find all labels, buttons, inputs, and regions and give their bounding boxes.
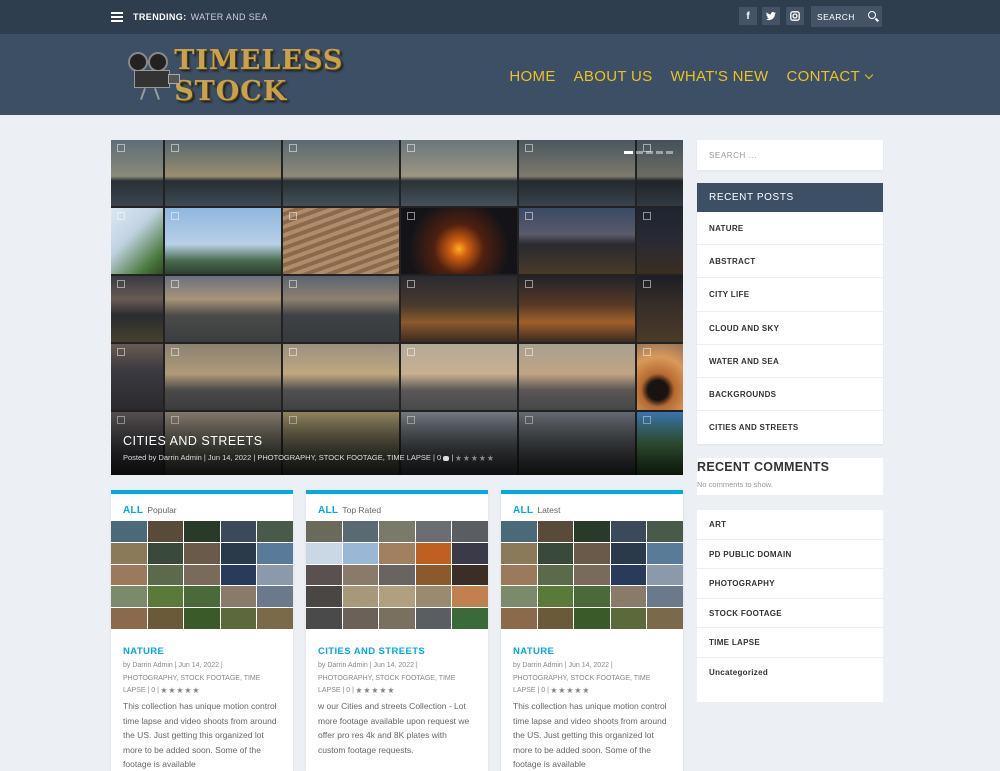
category-link[interactable]: PD PUBLIC DOMAIN	[697, 540, 883, 570]
thumbnail	[637, 208, 683, 274]
recent-posts-widget: RECENT POSTS NATURE ABSTRACT CITY LIFE C…	[697, 183, 883, 444]
category-link[interactable]: STOCK FOOTAGE	[697, 599, 883, 629]
recent-comments-empty: No comments to show.	[697, 480, 773, 489]
search-icon[interactable]	[868, 11, 876, 19]
featured-slider[interactable]: CITIES AND STREETS Posted by Darrin Admi…	[111, 140, 683, 475]
card-meta: by Darrin Admin | Jun 14, 2022 | PHOTOGR…	[513, 662, 651, 694]
category-link[interactable]: ART	[697, 510, 883, 540]
thumbnail	[283, 276, 399, 342]
logo-text: TIMELESS STOCK	[174, 45, 344, 107]
nav-home[interactable]: HOME	[509, 68, 555, 86]
tab-all[interactable]: ALL	[318, 505, 338, 516]
main-nav: HOME ABOUT US WHAT'S NEW CONTACT	[509, 68, 874, 86]
post-card: ALL Latest NATURE by Darrin Admin | Jun 1…	[501, 490, 683, 771]
thumbnail	[519, 140, 635, 206]
card-title[interactable]: CITIES AND STREETS	[318, 646, 425, 657]
card-tabs: ALL Popular	[123, 505, 177, 516]
thumbnail	[401, 140, 517, 206]
thumbnail	[519, 276, 635, 342]
tab-top-rated[interactable]: Top Rated	[342, 505, 381, 515]
thumbnail	[165, 276, 281, 342]
twitter-icon[interactable]	[762, 7, 780, 25]
rating-stars	[160, 687, 199, 694]
card-excerpt: This collection has unique motion contro…	[123, 701, 277, 769]
featured-post-title[interactable]: CITIES AND STREETS	[123, 434, 263, 448]
recent-post-link[interactable]: NATURE	[697, 212, 883, 246]
thumbnail	[165, 140, 281, 206]
comment-icon	[443, 455, 450, 461]
card-meta: by Darrin Admin | Jun 14, 2022 | PHOTOGR…	[318, 662, 456, 694]
thumbnail	[637, 344, 683, 410]
recent-posts-title: RECENT POSTS	[697, 183, 883, 212]
recent-post-link[interactable]: WATER AND SEA	[697, 345, 883, 378]
thumbnail	[401, 344, 517, 410]
nav-whats-new[interactable]: WHAT'S NEW	[670, 68, 768, 86]
tab-all[interactable]: ALL	[513, 505, 533, 516]
tab-all[interactable]: ALL	[123, 505, 143, 516]
post-card: ALL Popular NATURE by Darrin Admin | Jun …	[111, 490, 293, 771]
card-excerpt: This collection has unique motion contro…	[513, 701, 667, 769]
recent-post-link[interactable]: BACKGROUNDS	[697, 378, 883, 412]
card-thumbnail-grid[interactable]	[501, 521, 683, 629]
thumbnail	[165, 344, 281, 410]
card-thumbnail-grid[interactable]	[306, 521, 488, 629]
top-search-label: SEARCH	[817, 11, 855, 22]
thumbnail	[283, 344, 399, 410]
rating-stars	[550, 687, 589, 694]
thumbnail	[637, 140, 683, 206]
thumbnail	[637, 276, 683, 342]
site-header: TIMELESS STOCK HOME ABOUT US WHAT'S NEW …	[0, 34, 1000, 115]
thumbnail	[165, 208, 281, 274]
category-link[interactable]: PHOTOGRAPHY	[697, 569, 883, 599]
trending-link[interactable]: WATER AND SEA	[191, 12, 268, 22]
thumbnail	[111, 140, 163, 206]
categories-widget: ART PD PUBLIC DOMAIN PHOTOGRAPHY STOCK F…	[697, 510, 883, 702]
nav-contact-label: CONTACT	[786, 68, 860, 85]
sidebar-search-input[interactable]: SEARCH ...	[697, 140, 883, 170]
card-title[interactable]: NATURE	[513, 646, 554, 657]
recent-comments-widget: RECENT COMMENTS No comments to show.	[697, 458, 883, 495]
camera-logo-icon	[126, 52, 180, 100]
rating-stars	[455, 455, 494, 462]
chevron-down-icon	[864, 70, 874, 80]
thumbnail	[401, 276, 517, 342]
thumbnail	[401, 208, 517, 274]
top-search-field[interactable]: SEARCH	[811, 6, 882, 27]
instagram-icon[interactable]	[786, 7, 804, 25]
thumbnail	[519, 344, 635, 410]
category-link[interactable]: TIME LAPSE	[697, 628, 883, 658]
facebook-icon[interactable]: f	[739, 7, 757, 25]
card-tabs: ALL Latest	[513, 505, 561, 516]
trending-label: TRENDING:	[133, 12, 187, 22]
thumbnail	[283, 208, 399, 274]
featured-meta-text: Posted by Darrin Admin | Jun 14, 2022 | …	[123, 453, 442, 462]
category-link[interactable]: Uncategorized	[697, 658, 883, 688]
thumbnail	[111, 344, 163, 410]
card-thumbnail-grid[interactable]	[111, 521, 293, 629]
slider-pagination[interactable]	[624, 151, 673, 154]
card-tabs: ALL Top Rated	[318, 505, 381, 516]
recent-post-link[interactable]: ABSTRACT	[697, 245, 883, 279]
thumbnail	[519, 208, 635, 274]
nav-contact[interactable]: CONTACT	[786, 68, 874, 86]
tab-popular[interactable]: Popular	[147, 505, 176, 515]
card-excerpt: w our Cities and streets Collection - Lo…	[318, 701, 470, 755]
card-meta: by Darrin Admin | Jun 14, 2022 | PHOTOGR…	[123, 662, 261, 694]
rating-stars	[355, 687, 394, 694]
recent-post-link[interactable]: CITIES AND STREETS	[697, 411, 883, 444]
recent-comments-title: RECENT COMMENTS	[697, 460, 830, 474]
thumbnail	[283, 140, 399, 206]
post-card: ALL Top Rated CITIES AND STREETS by Darri…	[306, 490, 488, 771]
recent-post-link[interactable]: CITY LIFE	[697, 278, 883, 312]
tab-latest[interactable]: Latest	[537, 505, 560, 515]
menu-icon[interactable]	[111, 12, 123, 22]
site-logo[interactable]: TIMELESS STOCK	[126, 45, 426, 107]
thumbnail	[111, 276, 163, 342]
card-title[interactable]: NATURE	[123, 646, 164, 657]
featured-post-meta: Posted by Darrin Admin | Jun 14, 2022 | …	[123, 453, 494, 462]
thumbnail	[111, 208, 163, 274]
nav-about-us[interactable]: ABOUT US	[574, 68, 653, 86]
recent-post-link[interactable]: CLOUD AND SKY	[697, 312, 883, 345]
